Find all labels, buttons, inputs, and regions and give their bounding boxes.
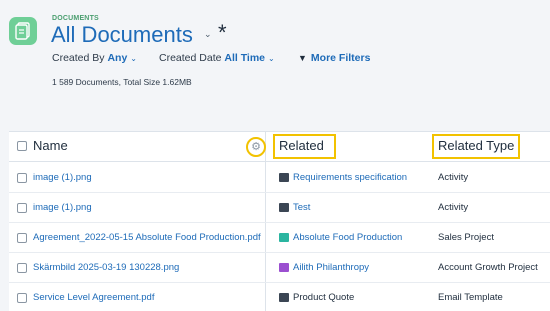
envelope-icon (279, 293, 289, 302)
select-all-checkbox[interactable] (17, 141, 27, 151)
page-eyebrow: DOCUMENTS (52, 15, 99, 22)
documents-table: Name ⚙ Related Related Type image (1).pn… (9, 131, 550, 311)
document-name-link[interactable]: image (1).png (33, 202, 92, 213)
table-row: Skärmbild 2025-03-19 130228.png Ailith P… (9, 253, 550, 283)
related-text: Product Quote (293, 292, 355, 303)
row-checkbox[interactable] (17, 203, 27, 213)
column-header-related-type[interactable]: Related Type (438, 138, 514, 153)
created-date-value[interactable]: All Time (224, 52, 265, 64)
row-checkbox[interactable] (17, 263, 27, 273)
row-checkbox[interactable] (17, 293, 27, 303)
related-type: Account Growth Project (438, 262, 538, 273)
row-checkbox[interactable] (17, 173, 27, 183)
more-filters-label: More Filters (310, 52, 371, 64)
unsaved-view-marker: * (218, 20, 227, 45)
related-type: Activity (438, 172, 469, 183)
related-link[interactable]: Test (293, 202, 310, 213)
created-by-label: Created By (52, 52, 105, 64)
related-link[interactable]: Ailith Philanthropy (293, 262, 369, 273)
related-type: Sales Project (438, 232, 494, 243)
document-name-link[interactable]: Agreement_2022-05-15 Absolute Food Produ… (33, 232, 261, 243)
table-row: Service Level Agreement.pdf Product Quot… (9, 283, 550, 311)
row-checkbox[interactable] (17, 233, 27, 243)
sales-project-icon (279, 233, 289, 242)
page-header: DOCUMENTS All Documents ⌄ * Created By A… (0, 0, 550, 122)
created-by-value[interactable]: Any (107, 52, 127, 64)
created-date-label: Created Date (159, 52, 222, 64)
document-name-link[interactable]: Skärmbild 2025-03-19 130228.png (33, 262, 179, 273)
documents-summary: 1 589 Documents, Total Size 1.62MB (52, 77, 192, 87)
created-by-filter[interactable]: Created By Any ⌄ (52, 52, 137, 64)
table-row: Agreement_2022-05-15 Absolute Food Produ… (9, 223, 550, 253)
related-type: Email Template (438, 292, 503, 303)
related-type: Activity (438, 202, 469, 213)
funnel-icon: ▼ (298, 53, 307, 63)
title-chevron-down-icon[interactable]: ⌄ (204, 29, 212, 40)
table-row: image (1).png Test Activity (9, 193, 550, 223)
chevron-down-icon[interactable]: ⌄ (130, 54, 137, 63)
page-title[interactable]: All Documents (51, 22, 193, 48)
column-header-name[interactable]: Name (33, 138, 68, 153)
document-name-link[interactable]: image (1).png (33, 172, 92, 183)
more-filters-button[interactable]: ▼ More Filters (298, 52, 370, 64)
briefcase-icon (279, 263, 289, 272)
gear-icon[interactable]: ⚙ (246, 137, 266, 157)
table-row: image (1).png Requirements specification… (9, 163, 550, 193)
related-link[interactable]: Absolute Food Production (293, 232, 402, 243)
table-header: Name ⚙ Related Related Type (9, 132, 550, 162)
created-date-filter[interactable]: Created Date All Time ⌄ (159, 52, 275, 64)
document-name-link[interactable]: Service Level Agreement.pdf (33, 292, 154, 303)
chevron-down-icon[interactable]: ⌄ (268, 54, 275, 63)
documents-app-icon (9, 17, 37, 45)
envelope-icon (279, 203, 289, 212)
envelope-icon (279, 173, 289, 182)
column-header-related[interactable]: Related (279, 138, 324, 153)
related-link[interactable]: Requirements specification (293, 172, 407, 183)
